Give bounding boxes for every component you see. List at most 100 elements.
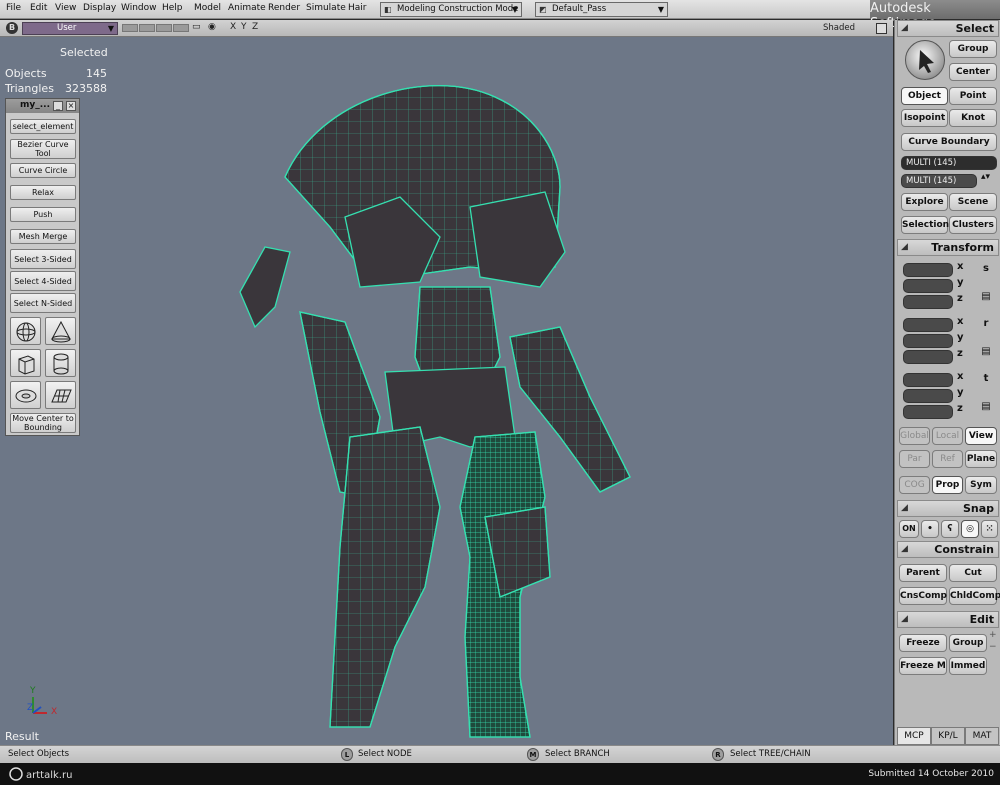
select-arrow-icon[interactable]: [905, 40, 945, 80]
menu-edit[interactable]: Edit: [30, 3, 47, 13]
menu-window[interactable]: Window: [121, 3, 157, 13]
selection-field-2[interactable]: MULTI (145): [901, 174, 977, 188]
minus-icon[interactable]: −: [989, 642, 997, 652]
eye-icon[interactable]: ◉: [208, 22, 216, 32]
viewport-slot[interactable]: [139, 24, 155, 32]
snap-curve-icon[interactable]: ʕ: [941, 520, 959, 538]
camera-dropdown[interactable]: User ▼: [22, 22, 118, 35]
snap-grid-icon[interactable]: ⁙: [981, 520, 998, 538]
scale-x-field[interactable]: [903, 263, 953, 277]
axis-y-toggle[interactable]: Y: [241, 22, 247, 32]
viewport-slot[interactable]: [122, 24, 138, 32]
immed-button[interactable]: Immed: [949, 657, 987, 675]
object-button[interactable]: Object: [901, 87, 948, 105]
cylinder-icon[interactable]: [45, 349, 76, 377]
snap-point-icon[interactable]: •: [921, 520, 939, 538]
select-4-sided-button[interactable]: Select 4-Sided: [10, 271, 76, 291]
view-button[interactable]: View: [965, 427, 997, 445]
minimize-icon[interactable]: _: [53, 101, 63, 111]
maximize-icon[interactable]: [876, 23, 887, 34]
constrain-section-header[interactable]: ◢ Constrain: [897, 541, 999, 558]
ref-button[interactable]: Ref: [932, 450, 963, 468]
display-mode-menu[interactable]: Shaded: [823, 23, 855, 33]
viewport-b-button[interactable]: B: [6, 22, 18, 34]
sym-button[interactable]: Sym: [965, 476, 997, 494]
close-icon[interactable]: ×: [66, 101, 76, 111]
center-button[interactable]: Center: [949, 63, 997, 81]
par-button[interactable]: Par: [899, 450, 930, 468]
plus-icon[interactable]: +: [989, 630, 997, 640]
relax-button[interactable]: Relax: [10, 185, 76, 200]
transform-section-header[interactable]: ◢ Transform: [897, 239, 999, 256]
menu-view[interactable]: View: [55, 3, 76, 13]
scene-button[interactable]: Scene: [949, 193, 997, 211]
sphere-icon[interactable]: [10, 317, 41, 345]
menu-hair[interactable]: Hair: [348, 3, 366, 13]
cube-icon[interactable]: [10, 349, 41, 377]
move-center-to-bounding-button[interactable]: Move Center to Bounding: [10, 413, 76, 433]
viewport-slot[interactable]: [173, 24, 189, 32]
scale-lock-icon[interactable]: ▤: [980, 291, 992, 305]
menu-help[interactable]: Help: [162, 3, 183, 13]
selection-button[interactable]: Selection: [901, 216, 949, 234]
knot-button[interactable]: Knot: [949, 109, 997, 127]
tab-kpl[interactable]: KP/L: [931, 727, 965, 745]
prop-button[interactable]: Prop: [932, 476, 963, 494]
snap-on-button[interactable]: ON: [899, 520, 919, 538]
push-button[interactable]: Push: [10, 207, 76, 222]
translate-lock-icon[interactable]: ▤: [980, 401, 992, 415]
select-section-header[interactable]: ◢ Select: [897, 20, 999, 37]
rotate-icon[interactable]: r: [980, 318, 992, 332]
viewport-slot[interactable]: [156, 24, 172, 32]
curve-boundary-button[interactable]: Curve Boundary: [901, 133, 997, 151]
3d-viewport[interactable]: Selected Objects 145 Triangles 323588 Y …: [0, 37, 893, 745]
pass-dropdown[interactable]: ◩ Default_Pass ▼: [535, 2, 668, 17]
toolbar-titlebar[interactable]: my_... _ ×: [6, 99, 79, 113]
global-button[interactable]: Global: [899, 427, 930, 445]
translate-x-field[interactable]: [903, 373, 953, 387]
axis-x-toggle[interactable]: X: [230, 22, 236, 32]
point-button[interactable]: Point: [949, 87, 997, 105]
rotate-z-field[interactable]: [903, 350, 953, 364]
select-n-sided-button[interactable]: Select N-Sided: [10, 293, 76, 313]
menu-animate[interactable]: Animate: [228, 3, 266, 13]
selection-field[interactable]: MULTI (145): [901, 156, 997, 170]
tab-mat[interactable]: MAT: [965, 727, 999, 745]
chldcomp-button[interactable]: ChldComp: [949, 587, 1000, 605]
scale-z-field[interactable]: [903, 295, 953, 309]
tab-mcp[interactable]: MCP: [897, 727, 931, 745]
snap-section-header[interactable]: ◢ Snap: [897, 500, 999, 517]
explore-button[interactable]: Explore: [901, 193, 948, 211]
rotate-y-field[interactable]: [903, 334, 953, 348]
cone-icon[interactable]: [45, 317, 76, 345]
cog-button[interactable]: COG: [899, 476, 930, 494]
select-3-sided-button[interactable]: Select 3-Sided: [10, 249, 76, 269]
select-element-button[interactable]: select_element: [10, 119, 76, 134]
cut-button[interactable]: Cut: [949, 564, 997, 582]
spinner-icon[interactable]: ▴▾: [981, 172, 990, 182]
torus-icon[interactable]: [10, 381, 41, 409]
bezier-curve-tool-button[interactable]: Bezier Curve Tool: [10, 139, 76, 159]
clusters-button[interactable]: Clusters: [949, 216, 997, 234]
plane-button[interactable]: Plane: [965, 450, 997, 468]
mode-dropdown[interactable]: ◧ Modeling Construction Mode ▼: [380, 2, 522, 17]
translate-z-field[interactable]: [903, 405, 953, 419]
rotate-lock-icon[interactable]: ▤: [980, 346, 992, 360]
freeze-m-button[interactable]: Freeze M: [899, 657, 947, 675]
scale-icon[interactable]: s: [980, 263, 992, 277]
menu-file[interactable]: File: [6, 3, 21, 13]
translate-icon[interactable]: t: [980, 373, 992, 387]
menu-display[interactable]: Display: [83, 3, 116, 13]
monitor-icon[interactable]: ▭: [192, 22, 201, 32]
mesh-merge-button[interactable]: Mesh Merge: [10, 229, 76, 244]
menu-render[interactable]: Render: [268, 3, 300, 13]
grid-icon[interactable]: [45, 381, 76, 409]
parent-button[interactable]: Parent: [899, 564, 947, 582]
cnscomp-button[interactable]: CnsComp: [899, 587, 947, 605]
local-button[interactable]: Local: [932, 427, 963, 445]
axis-z-toggle[interactable]: Z: [252, 22, 258, 32]
rotate-x-field[interactable]: [903, 318, 953, 332]
group-button[interactable]: Group: [949, 40, 997, 58]
translate-y-field[interactable]: [903, 389, 953, 403]
edit-section-header[interactable]: ◢ Edit: [897, 611, 999, 628]
